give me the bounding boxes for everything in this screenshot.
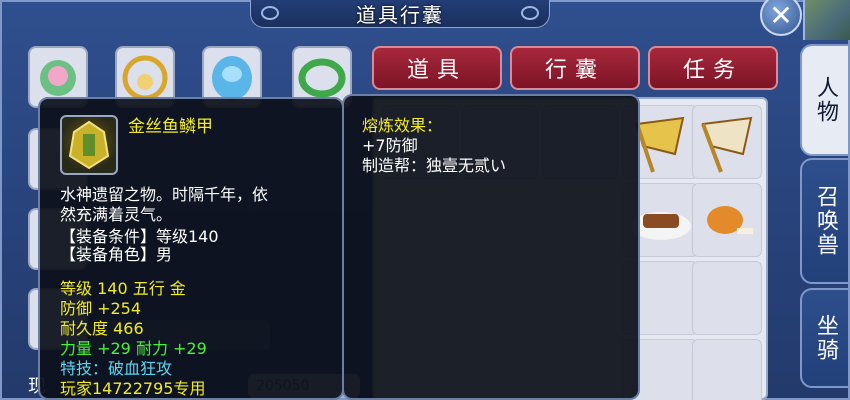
close-icon: ✕ xyxy=(769,0,793,32)
side-tab-mount[interactable]: 坐骑 xyxy=(800,288,848,388)
tab-items[interactable]: 道具 xyxy=(372,46,502,90)
maker-label: 制造帮：独壹无贰い xyxy=(362,156,507,175)
special-skill: 特技：破血狂攻 xyxy=(60,359,173,378)
requirement-level: 【装备条件】等级140 xyxy=(60,227,219,246)
title-bar: 道具行囊 xyxy=(250,0,550,28)
smelt-tooltip: 熔炼效果： +7防御 制造帮：独壹无贰い xyxy=(342,94,640,400)
inventory-cell[interactable] xyxy=(692,183,762,257)
side-tab-character[interactable]: 人物 xyxy=(800,44,848,156)
tab-quests[interactable]: 任务 xyxy=(648,46,778,90)
inventory-cell[interactable] xyxy=(692,339,762,400)
banner-flag-icon xyxy=(701,116,753,173)
level-element: 等级 140 五行 金 xyxy=(60,279,186,298)
item-description-line1: 水神遗留之物。时隔千年，依 xyxy=(60,185,269,204)
defense-stat: 防御 +254 xyxy=(60,299,142,318)
owner-label: 玩家14722795专用 xyxy=(60,379,206,398)
inventory-cell[interactable] xyxy=(692,261,762,335)
item-name: 金丝鱼鳞甲 xyxy=(128,117,213,137)
durability-stat: 耐久度 466 xyxy=(60,319,144,338)
item-description-line2: 然充满着灵气。 xyxy=(60,205,173,224)
map-thumbnail xyxy=(803,0,850,40)
bonus-stats: 力量 +29 耐力 +29 xyxy=(60,339,207,358)
scroll-ornament-icon xyxy=(261,6,279,20)
smelt-bonus: +7防御 xyxy=(362,136,418,155)
smelt-heading: 熔炼效果： xyxy=(362,116,443,135)
tab-bag[interactable]: 行囊 xyxy=(510,46,640,90)
golden-armor-icon xyxy=(68,120,110,170)
armor-item-icon xyxy=(60,115,118,175)
inventory-cell[interactable] xyxy=(692,105,762,179)
side-tab-summon[interactable]: 召唤兽 xyxy=(800,158,848,284)
roast-drumstick-icon xyxy=(707,206,753,234)
scroll-ornament-icon xyxy=(521,6,539,20)
requirement-role: 【装备角色】男 xyxy=(60,245,173,264)
window-title: 道具行囊 xyxy=(356,3,444,27)
